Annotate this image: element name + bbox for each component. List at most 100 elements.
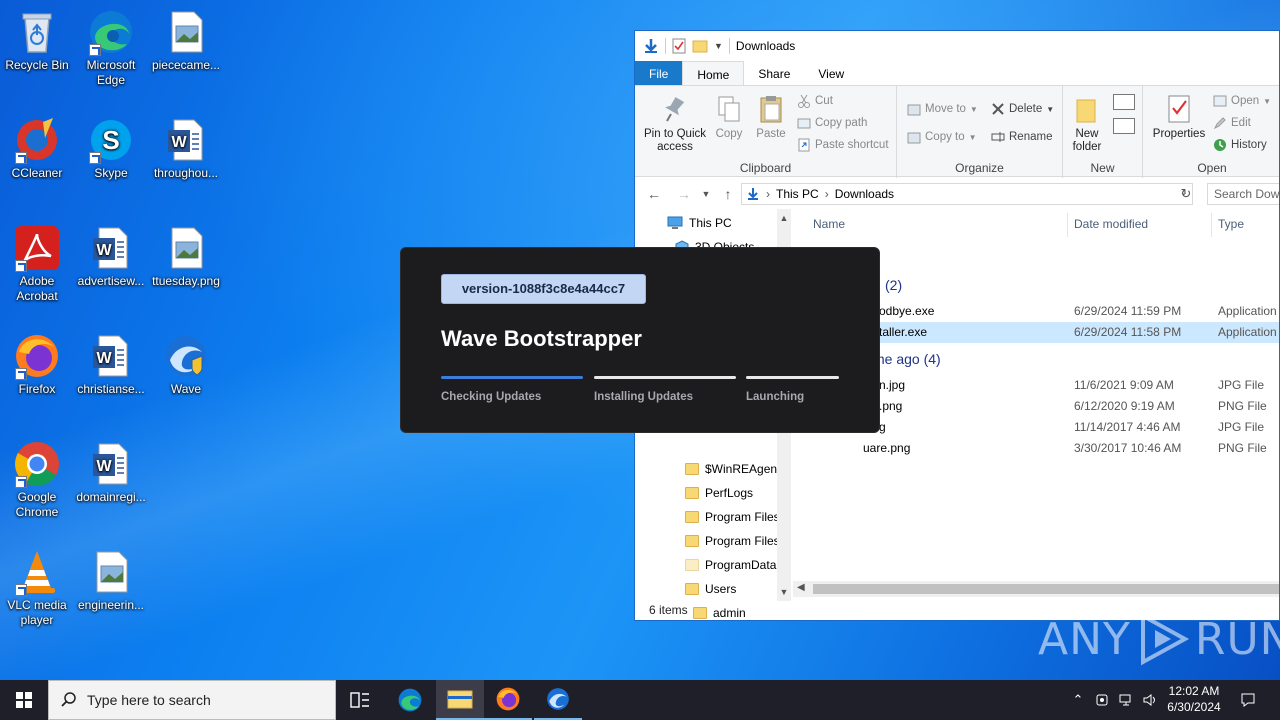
ribbon-tabs: File Home Share View <box>635 61 1279 87</box>
group-header-today[interactable]: (2) <box>885 277 902 293</box>
nav-folder-programdata[interactable]: ProgramData <box>685 558 776 572</box>
copy-to-icon <box>907 132 921 144</box>
svg-text:W: W <box>96 350 112 367</box>
nav-folder-users[interactable]: Users <box>685 582 736 596</box>
nav-this-pc[interactable]: This PC <box>667 216 732 230</box>
scrollbar-thumb[interactable] <box>813 584 1279 594</box>
tab-home[interactable]: Home <box>682 61 745 87</box>
desktop-icon-chrome[interactable]: Google Chrome <box>0 440 74 520</box>
search-downloads-input[interactable]: Search Downloads <box>1207 183 1279 205</box>
group-header-long-time-ago[interactable]: me ago (4) <box>873 351 941 367</box>
nav-folder-winreagent[interactable]: $WinREAgent <box>685 462 780 476</box>
nav-folder-program-files[interactable]: Program Files <box>685 510 780 524</box>
file-date: 6/29/2024 11:58 PM <box>1074 325 1182 339</box>
taskbar-file-explorer[interactable] <box>436 680 484 720</box>
taskbar-clock[interactable]: 12:02 AM 6/30/2024 <box>1158 683 1230 715</box>
copy-to-button[interactable]: Copy to ▼ <box>907 128 977 146</box>
desktop-icon-throughou[interactable]: W throughou... <box>149 116 223 181</box>
copy-button[interactable]: Copy <box>711 94 747 141</box>
network-icon[interactable] <box>1116 680 1136 720</box>
desktop-icon-recycle-bin[interactable]: Recycle Bin <box>0 8 74 73</box>
desktop-icon-christianse[interactable]: W christianse... <box>74 332 148 397</box>
desktop-icon-domainregi[interactable]: W domainregi... <box>74 440 148 505</box>
cut-button[interactable]: Cut <box>797 92 833 110</box>
new-folder-quick-icon[interactable] <box>692 39 708 53</box>
customize-quick-access-chevron-icon[interactable]: ▼ <box>714 41 723 51</box>
desktop-icon-piececame[interactable]: piececame... <box>149 8 223 73</box>
file-row[interactable]: uare.png 3/30/2017 10:46 AM PNG File <box>793 438 1279 459</box>
refresh-button[interactable]: ↻ <box>1177 185 1195 203</box>
desktop-icon-engineerin[interactable]: engineerin... <box>74 548 148 613</box>
desktop-icon-ccleaner[interactable]: CCleaner <box>0 116 74 181</box>
up-button[interactable]: ↑ <box>719 185 737 203</box>
network-icon-glyph <box>1119 694 1131 706</box>
open-button[interactable]: Open ▼ <box>1213 92 1271 110</box>
new-folder-button[interactable]: New folder <box>1065 94 1109 154</box>
new-item-icon[interactable] <box>1113 94 1135 110</box>
image-file-icon <box>171 227 203 269</box>
nav-folder-program-files-x86[interactable]: Program Files <box>685 534 780 548</box>
column-header-name[interactable]: Name <box>813 217 845 231</box>
scroll-left-arrow-icon[interactable]: ◀ <box>797 582 805 593</box>
taskbar-wave[interactable] <box>534 680 582 720</box>
task-view-icon <box>350 692 369 708</box>
tab-view[interactable]: View <box>804 61 858 87</box>
image-file-icon <box>171 11 203 53</box>
scissors-icon <box>798 94 810 108</box>
desktop-icon-wave[interactable]: Wave <box>149 332 223 397</box>
step-label: Installing Updates <box>594 391 694 403</box>
copy-path-button[interactable]: Copy path <box>797 114 867 132</box>
column-header-date-modified[interactable]: Date modified <box>1074 217 1148 231</box>
delete-button[interactable]: Delete ▼ <box>991 100 1054 118</box>
breadcrumb-this-pc[interactable]: This PC <box>776 187 819 201</box>
desktop-icon-skype[interactable]: S Skype <box>74 116 148 181</box>
volume-icon[interactable] <box>1140 680 1160 720</box>
paste-shortcut-icon <box>798 138 810 152</box>
column-separator[interactable] <box>1067 213 1068 237</box>
taskbar-edge[interactable] <box>386 680 434 720</box>
paste-shortcut-button[interactable]: Paste shortcut <box>797 136 889 154</box>
desktop-icon-ttuesday[interactable]: ttuesday.png <box>149 224 223 289</box>
back-button[interactable]: ← <box>645 185 663 203</box>
move-to-button[interactable]: Move to ▼ <box>907 100 978 118</box>
desktop-icon-label: throughou... <box>153 166 219 180</box>
start-button[interactable] <box>0 680 48 720</box>
desktop-icon-vlc[interactable]: VLC media player <box>0 548 74 628</box>
desktop-icon-label: Skype <box>94 166 128 180</box>
taskbar-search-box[interactable]: Type here to search <box>48 680 336 720</box>
pin-to-quick-access-button[interactable]: Pin to Quick access <box>639 94 711 154</box>
edit-button[interactable]: Edit <box>1213 114 1251 132</box>
file-list-horizontal-scrollbar[interactable]: ◀ <box>793 581 1279 597</box>
easy-access-icon[interactable] <box>1113 118 1135 134</box>
column-header-type[interactable]: Type <box>1218 217 1244 231</box>
properties-button[interactable]: Properties <box>1149 94 1209 141</box>
recent-locations-button[interactable]: ▼ <box>697 185 715 203</box>
desktop-icon-label: Microsoft Edge <box>86 58 136 87</box>
column-separator[interactable] <box>1211 213 1212 237</box>
desktop-icon-acrobat[interactable]: Adobe Acrobat <box>0 224 74 304</box>
desktop-icon-firefox[interactable]: Firefox <box>0 332 74 397</box>
word-doc-icon: W <box>168 119 203 161</box>
paste-button[interactable]: Paste <box>751 94 791 141</box>
nav-folder-perflogs[interactable]: PerfLogs <box>685 486 753 500</box>
task-view-button[interactable] <box>336 680 384 720</box>
scroll-up-arrow-icon[interactable]: ▲ <box>777 211 791 225</box>
history-button[interactable]: History <box>1213 136 1267 154</box>
rename-button[interactable]: Rename <box>991 128 1052 146</box>
scroll-down-arrow-icon[interactable]: ▼ <box>777 585 791 599</box>
action-center-button[interactable] <box>1234 680 1262 720</box>
desktop-icon-advertisew[interactable]: W advertisew... <box>74 224 148 289</box>
taskbar-firefox[interactable] <box>484 680 532 720</box>
tab-file[interactable]: File <box>635 61 683 87</box>
properties-quick-icon[interactable] <box>672 38 686 54</box>
show-hidden-icons-button[interactable]: ⌃ <box>1068 680 1088 720</box>
system-tray-app-icon[interactable] <box>1092 680 1112 720</box>
desktop-icon-label: Recycle Bin <box>5 58 69 72</box>
nav-folder-admin[interactable]: admin <box>693 606 746 620</box>
address-box[interactable]: › This PC › Downloads ⌄ <box>741 183 1193 205</box>
tab-share[interactable]: Share <box>744 61 804 87</box>
forward-button[interactable]: → <box>675 185 693 203</box>
breadcrumb-downloads[interactable]: Downloads <box>835 187 894 201</box>
desktop-icon-edge[interactable]: Microsoft Edge <box>74 8 148 88</box>
downloads-arrow-icon[interactable] <box>643 38 659 54</box>
